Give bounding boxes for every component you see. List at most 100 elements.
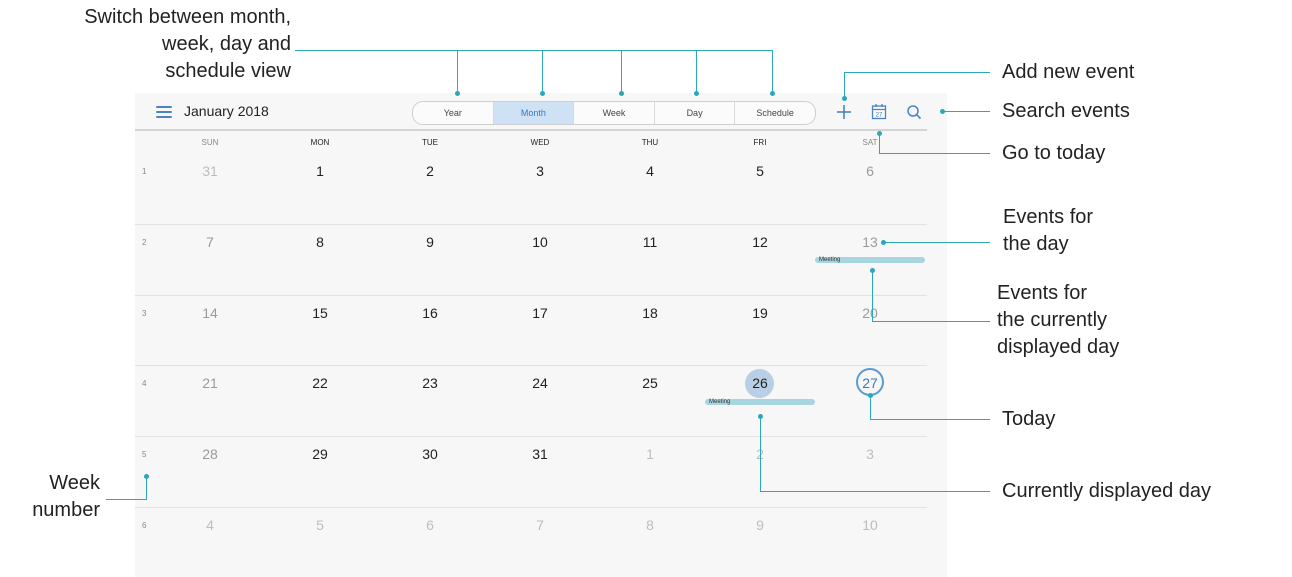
callout-line	[879, 153, 990, 154]
callout-line	[760, 417, 761, 491]
callout-line	[844, 72, 990, 73]
search-icon[interactable]	[906, 104, 922, 120]
weekday-fri: FRI	[753, 138, 767, 147]
event-label: Meeting	[819, 257, 841, 263]
callout-dot	[455, 91, 460, 96]
day-cell[interactable]: 6	[850, 163, 890, 179]
day-cell[interactable]: 10	[520, 234, 560, 250]
callout-line	[944, 111, 990, 112]
day-cell[interactable]: 8	[630, 517, 670, 533]
day-cell[interactable]: 6	[410, 517, 450, 533]
callout-line	[772, 50, 773, 93]
day-cell[interactable]: 1	[630, 446, 670, 462]
callout-search-events: Search events	[1002, 100, 1130, 122]
day-cell[interactable]: 4	[630, 163, 670, 179]
day-cell[interactable]: 25	[630, 375, 670, 391]
callout-text: Week	[49, 472, 100, 494]
week-number: 1	[142, 167, 147, 176]
callout-text: displayed day	[997, 336, 1120, 358]
day-cell[interactable]: 31	[520, 446, 560, 462]
day-cell[interactable]: 15	[300, 305, 340, 321]
callout-events-for-day: Events for the day	[1003, 204, 1093, 258]
callout-line	[542, 50, 543, 93]
day-cell[interactable]: 29	[300, 446, 340, 462]
day-cell[interactable]: 16	[410, 305, 450, 321]
day-cell[interactable]: 31	[190, 163, 230, 179]
callout-switch-view: Switch between month, week, day and sche…	[0, 4, 291, 85]
callout-line	[870, 398, 871, 419]
day-cell[interactable]: 18	[630, 305, 670, 321]
callout-text: the day	[1003, 233, 1069, 255]
callout-dot	[877, 131, 882, 136]
callout-line	[870, 419, 990, 420]
callout-line	[872, 321, 990, 322]
view-switcher: Year Month Week Day Schedule	[412, 101, 816, 125]
callout-line	[844, 72, 845, 98]
callout-text: number	[32, 499, 100, 521]
callout-add-event: Add new event	[1002, 61, 1135, 83]
callout-dot	[868, 393, 873, 398]
callout-currently-displayed-day: Currently displayed day	[1002, 480, 1211, 502]
callout-dot	[940, 109, 945, 114]
callout-line	[879, 133, 880, 153]
day-cell[interactable]: 3	[850, 446, 890, 462]
day-cell[interactable]: 23	[410, 375, 450, 391]
weekday-thu: THU	[641, 138, 659, 147]
day-cell[interactable]: 20	[850, 305, 890, 321]
tab-year[interactable]: Year	[413, 102, 494, 124]
row-divider	[135, 436, 927, 437]
day-cell[interactable]: 11	[630, 234, 670, 250]
day-cell[interactable]: 19	[740, 305, 780, 321]
calendar-27-icon[interactable]: 27	[871, 103, 887, 120]
day-cell[interactable]: 12	[740, 234, 780, 250]
day-cell[interactable]: 14	[190, 305, 230, 321]
day-cell[interactable]: 8	[300, 234, 340, 250]
day-cell[interactable]: 26	[740, 375, 780, 391]
day-cell[interactable]: 7	[520, 517, 560, 533]
callout-line	[106, 499, 147, 500]
tab-schedule[interactable]: Schedule	[735, 102, 815, 124]
tab-week[interactable]: Week	[574, 102, 655, 124]
callout-line	[760, 491, 990, 492]
weekday-sun: SUN	[201, 138, 219, 147]
day-cell[interactable]: 7	[190, 234, 230, 250]
day-cell[interactable]: 24	[520, 375, 560, 391]
day-cell[interactable]: 1	[300, 163, 340, 179]
callout-go-to-today: Go to today	[1002, 142, 1106, 164]
day-cell[interactable]: 28	[190, 446, 230, 462]
day-cell[interactable]: 2	[410, 163, 450, 179]
menu-icon[interactable]	[156, 106, 172, 119]
callout-events-current-day: Events for the currently displayed day	[997, 280, 1119, 361]
callout-dot	[619, 91, 624, 96]
tab-day[interactable]: Day	[655, 102, 736, 124]
day-cell[interactable]: 22	[300, 375, 340, 391]
weekday-mon: MON	[310, 138, 330, 147]
callout-line	[885, 242, 990, 243]
day-cell[interactable]: 10	[850, 517, 890, 533]
calendar-icon-text: 27	[876, 113, 883, 119]
day-cell[interactable]: 3	[520, 163, 560, 179]
day-cell[interactable]: 9	[740, 517, 780, 533]
day-cell[interactable]: 21	[190, 375, 230, 391]
callout-text: Switch between month,	[84, 6, 291, 28]
day-cell[interactable]: 9	[410, 234, 450, 250]
callout-dot	[694, 91, 699, 96]
day-cell[interactable]: 30	[410, 446, 450, 462]
day-cell[interactable]: 5	[300, 517, 340, 533]
week-number: 2	[142, 238, 147, 247]
event-label: Meeting	[709, 399, 731, 405]
plus-icon[interactable]	[836, 104, 852, 120]
callout-text: Events for	[1003, 206, 1094, 228]
tab-month[interactable]: Month	[493, 102, 575, 124]
callout-text: week, day and	[162, 33, 291, 55]
callout-today: Today	[1002, 408, 1056, 430]
day-cell[interactable]: 4	[190, 517, 230, 533]
day-cell[interactable]: 5	[740, 163, 780, 179]
day-cell[interactable]: 17	[520, 305, 560, 321]
week-number: 3	[142, 309, 147, 318]
day-cell[interactable]: 27	[850, 375, 890, 391]
callout-text: the currently	[997, 309, 1108, 331]
callout-line	[457, 50, 458, 93]
callout-dot	[842, 96, 847, 101]
week-number: 6	[142, 521, 147, 530]
